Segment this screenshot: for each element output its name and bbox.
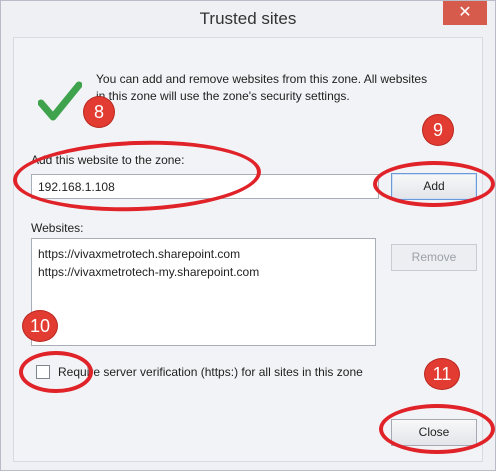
add-website-input[interactable]: 192.168.1.108: [31, 174, 379, 199]
checkmark-icon: [38, 81, 82, 121]
dialog-title: Trusted sites: [199, 9, 297, 28]
list-item[interactable]: https://vivaxmetrotech.sharepoint.com: [38, 245, 369, 263]
close-button[interactable]: Close: [391, 419, 477, 446]
require-https-label[interactable]: Require server verification (https:) for…: [58, 365, 363, 379]
remove-button[interactable]: Remove: [391, 244, 477, 271]
info-line-1: You can add and remove websites from thi…: [96, 72, 428, 86]
require-https-checkbox[interactable]: [36, 365, 50, 379]
close-icon[interactable]: ✕: [443, 1, 487, 25]
websites-list[interactable]: https://vivaxmetrotech.sharepoint.com ht…: [31, 238, 376, 346]
list-item[interactable]: https://vivaxmetrotech-my.sharepoint.com: [38, 263, 369, 281]
add-button[interactable]: Add: [391, 173, 477, 200]
websites-label: Websites:: [31, 221, 84, 235]
info-line-2: in this zone will use the zone's securit…: [96, 89, 350, 103]
title-bar[interactable]: Trusted sites ✕: [1, 1, 495, 37]
trusted-sites-dialog: Trusted sites ✕ You can add and remove w…: [0, 0, 496, 471]
zone-info-text: You can add and remove websites from thi…: [96, 71, 486, 105]
add-website-label: Add this website to the zone:: [31, 153, 185, 167]
